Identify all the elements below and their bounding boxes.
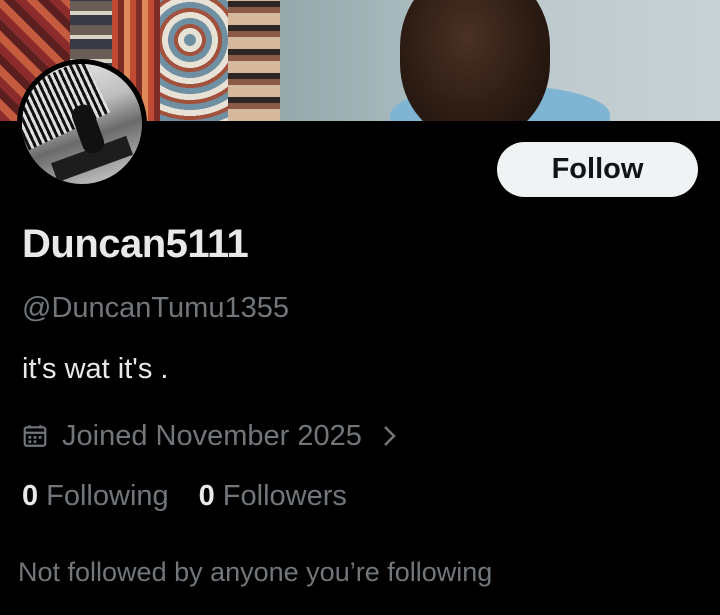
avatar[interactable]	[17, 59, 147, 189]
following-label: Following	[46, 480, 169, 512]
following-link[interactable]: 0 Following	[22, 480, 169, 513]
avatar-image	[22, 64, 142, 184]
calendar-icon	[23, 425, 47, 447]
following-count: 0	[22, 480, 39, 512]
user-bio: it's wat it's .	[22, 353, 169, 385]
followers-you-know-text: Not followed by anyone you’re following	[18, 557, 493, 587]
followers-label: Followers	[222, 480, 347, 512]
follow-counts: 0 Following 0 Followers	[22, 480, 377, 513]
joined-date-row[interactable]: Joined November 2025	[22, 418, 398, 454]
followers-link[interactable]: 0 Followers	[199, 480, 347, 513]
followers-count: 0	[198, 480, 215, 512]
joined-date-text: Joined November 2025	[62, 419, 362, 452]
banner-fabric	[160, 0, 232, 121]
display-name: Duncan5111	[22, 222, 249, 266]
chevron-right-icon	[383, 426, 396, 446]
banner-person	[400, 0, 550, 121]
banner-fabric	[228, 0, 280, 121]
follow-button[interactable]: Follow	[497, 142, 698, 197]
user-handle: @DuncanTumu1355	[22, 292, 289, 324]
